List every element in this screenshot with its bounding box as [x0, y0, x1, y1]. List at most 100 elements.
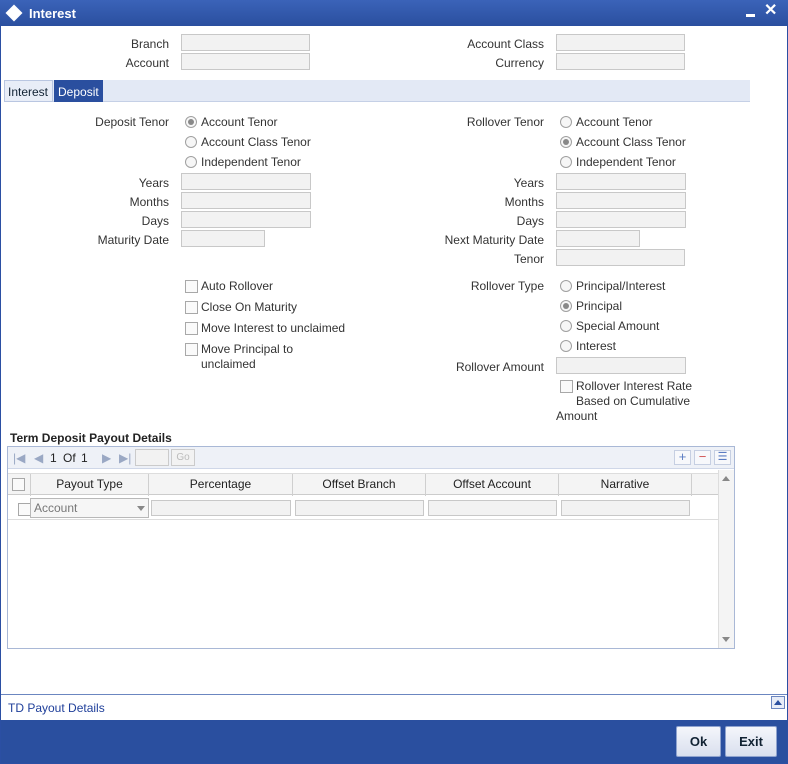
branch-label: Branch [130, 37, 169, 51]
percentage-field[interactable] [151, 500, 291, 516]
first-page-icon[interactable]: |◀ [13, 451, 25, 465]
maturity-date-field[interactable] [181, 230, 265, 247]
tab-interest[interactable]: Interest [4, 80, 53, 102]
rollover-tenor-independent-label: Independent Tenor [576, 155, 676, 169]
exit-button[interactable]: Exit [725, 726, 777, 757]
rollover-type-interest-label: Interest [576, 339, 617, 353]
rollover-type-interest-radio[interactable] [560, 340, 572, 352]
move-principal-label-line1: Move Principal to [201, 342, 294, 356]
rollover-interest-rate-checkbox[interactable] [560, 380, 573, 393]
add-row-icon[interactable]: + [674, 450, 691, 465]
deposit-tenor-account-label: Account Tenor [201, 115, 278, 129]
tab-deposit[interactable]: Deposit [54, 80, 103, 102]
next-maturity-date-field[interactable] [556, 230, 640, 247]
rollover-type-principal-radio[interactable] [560, 300, 572, 312]
rollover-type-principal-interest-radio[interactable] [560, 280, 572, 292]
chevron-down-icon [137, 506, 145, 511]
go-button[interactable]: Go [171, 449, 195, 466]
single-view-icon[interactable]: ☰ [714, 450, 731, 465]
rollover-interest-rate-line1: Rollover Interest Rate [576, 379, 693, 393]
button-bar [1, 720, 787, 763]
rollover-tenor-account-class-label: Account Class Tenor [576, 135, 686, 149]
branch-field[interactable] [181, 34, 310, 51]
close-on-maturity-label: Close On Maturity [201, 300, 298, 314]
rollover-tenor-account-radio[interactable] [560, 116, 572, 128]
app-diamond-icon [5, 4, 23, 22]
grid-vertical-scrollbar[interactable] [718, 470, 734, 648]
rollover-years-label: Years [513, 176, 544, 190]
deposit-tenor-independent-radio[interactable] [185, 156, 197, 168]
ok-button[interactable]: Ok [676, 726, 721, 757]
select-all-checkbox[interactable] [12, 478, 25, 491]
auto-rollover-checkbox[interactable] [185, 280, 198, 293]
deposit-years-label: Years [138, 176, 169, 190]
last-page-icon[interactable]: ▶| [119, 451, 131, 465]
auto-rollover-label: Auto Rollover [201, 279, 274, 293]
close-icon[interactable]: ✕ [764, 1, 777, 21]
payout-section-title: Term Deposit Payout Details [10, 431, 172, 445]
deposit-years-field[interactable] [181, 173, 311, 190]
rollover-months-label: Months [504, 195, 544, 209]
rollover-tenor-account-label: Account Tenor [576, 115, 653, 129]
deposit-tenor-independent-label: Independent Tenor [201, 155, 301, 169]
col-percentage[interactable]: Percentage [149, 474, 293, 496]
col-offset-branch[interactable]: Offset Branch [293, 474, 426, 496]
col-narrative[interactable]: Narrative [559, 474, 692, 496]
move-principal-label-line2: unclaimed [201, 357, 256, 371]
next-page-icon[interactable]: ▶ [102, 451, 111, 465]
move-principal-checkbox[interactable] [185, 343, 198, 356]
offset-branch-field[interactable] [295, 500, 424, 516]
account-class-field[interactable] [556, 34, 685, 51]
move-interest-checkbox[interactable] [185, 322, 198, 335]
rollover-months-field[interactable] [556, 192, 686, 209]
rollover-type-principal-label: Principal [576, 299, 623, 313]
prev-page-icon[interactable]: ◀ [34, 451, 43, 465]
deposit-tenor-account-class-label: Account Class Tenor [201, 135, 311, 149]
deposit-tenor-account-radio[interactable] [185, 116, 197, 128]
currency-label: Currency [495, 56, 544, 70]
rollover-type-special-amount-label: Special Amount [576, 319, 660, 333]
minimize-icon[interactable] [745, 5, 757, 19]
tenor-field[interactable] [556, 249, 685, 266]
tab-strip [4, 80, 750, 102]
delete-row-icon[interactable]: − [694, 450, 711, 465]
rollover-days-field[interactable] [556, 211, 686, 228]
deposit-tenor-label: Deposit Tenor [95, 115, 169, 129]
rollover-years-field[interactable] [556, 173, 686, 190]
footer-links-area [1, 694, 787, 720]
rollover-days-label: Days [516, 214, 544, 228]
rollover-type-special-amount-radio[interactable] [560, 320, 572, 332]
account-class-label: Account Class [467, 37, 544, 51]
scroll-up-icon[interactable] [722, 476, 730, 481]
deposit-tenor-account-class-radio[interactable] [185, 136, 197, 148]
move-interest-label: Move Interest to unclaimed [201, 321, 346, 335]
rollover-tenor-label: Rollover Tenor [466, 115, 544, 129]
next-maturity-date-label: Next Maturity Date [444, 233, 544, 247]
window-title: Interest [29, 6, 76, 21]
deposit-days-field[interactable] [181, 211, 311, 228]
col-payout-type[interactable]: Payout Type [30, 474, 149, 496]
collapse-icon[interactable] [771, 696, 785, 709]
scroll-down-icon[interactable] [722, 637, 730, 642]
deposit-days-label: Days [141, 214, 169, 228]
rollover-tenor-independent-radio[interactable] [560, 156, 572, 168]
payout-pager: |◀ ◀ 1 Of 1 ▶ ▶| Go + − ☰ [8, 447, 734, 469]
currency-field[interactable] [556, 53, 685, 70]
td-payout-details-link[interactable]: TD Payout Details [8, 701, 105, 715]
rollover-type-label: Rollover Type [470, 279, 544, 293]
rollover-amount-field[interactable] [556, 357, 686, 374]
rollover-type-principal-interest-label: Principal/Interest [576, 279, 666, 293]
payout-grid-header: Payout Type Percentage Offset Branch Off… [8, 473, 718, 496]
rollover-tenor-account-class-radio[interactable] [560, 136, 572, 148]
rollover-interest-rate-line3: Amount [556, 409, 598, 423]
rollover-interest-rate-line2: Based on Cumulative [576, 394, 691, 408]
page-number-input[interactable] [135, 449, 169, 466]
pager-total: 1 [81, 451, 88, 465]
account-field[interactable] [181, 53, 310, 70]
payout-type-select[interactable]: Account [30, 498, 149, 518]
offset-account-field[interactable] [428, 500, 557, 516]
close-on-maturity-checkbox[interactable] [185, 301, 198, 314]
narrative-field[interactable] [561, 500, 690, 516]
deposit-months-field[interactable] [181, 192, 311, 209]
col-offset-account[interactable]: Offset Account [426, 474, 559, 496]
